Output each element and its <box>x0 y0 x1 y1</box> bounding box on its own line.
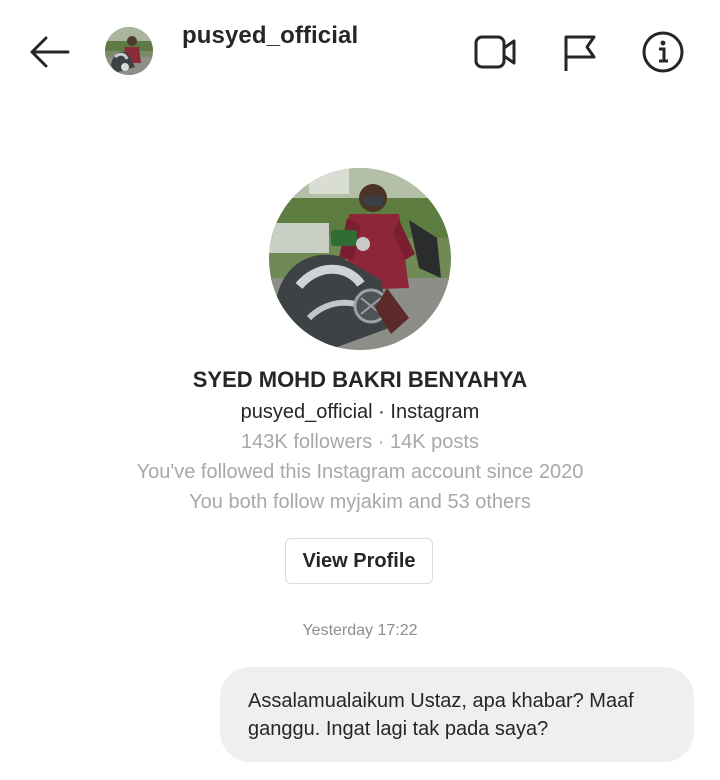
chat-header: pusyed_official <box>0 0 720 100</box>
message-timestamp: Yesterday 17:22 <box>302 622 418 639</box>
profile-username-source: pusyed_official · Instagram <box>240 401 480 423</box>
message-text-line: ganggu. Ingat lagi tak pada saya? <box>248 718 549 740</box>
view-profile-button[interactable]: View Profile <box>285 538 433 584</box>
arrow-left-icon <box>30 36 70 68</box>
outgoing-message-bubble[interactable]: Assalamualaikum Ustaz, apa khabar? Maaf … <box>220 667 694 762</box>
info-icon <box>642 31 684 73</box>
message-text-line: Assalamualaikum Ustaz, apa khabar? Maaf <box>248 690 634 712</box>
video-call-icon <box>474 35 516 69</box>
profile-avatar[interactable] <box>269 168 451 350</box>
back-button[interactable] <box>26 32 72 72</box>
profile-stats: 143K followers · 14K posts <box>241 431 479 453</box>
video-call-button[interactable] <box>472 29 518 75</box>
profile-photo <box>269 168 451 350</box>
header-avatar[interactable] <box>105 27 153 75</box>
report-button[interactable] <box>556 29 602 75</box>
profile-full-name: SYED MOHD BAKRI BENYAHYA <box>192 367 528 392</box>
avatar-photo <box>105 27 153 75</box>
info-button[interactable] <box>640 29 686 75</box>
header-username[interactable]: pusyed_official <box>182 22 358 50</box>
mutual-followers-text[interactable]: You both follow myjakim and 53 others <box>0 491 720 514</box>
followed-since-text: You've followed this Instagram account s… <box>136 461 584 483</box>
flag-icon <box>564 35 596 71</box>
